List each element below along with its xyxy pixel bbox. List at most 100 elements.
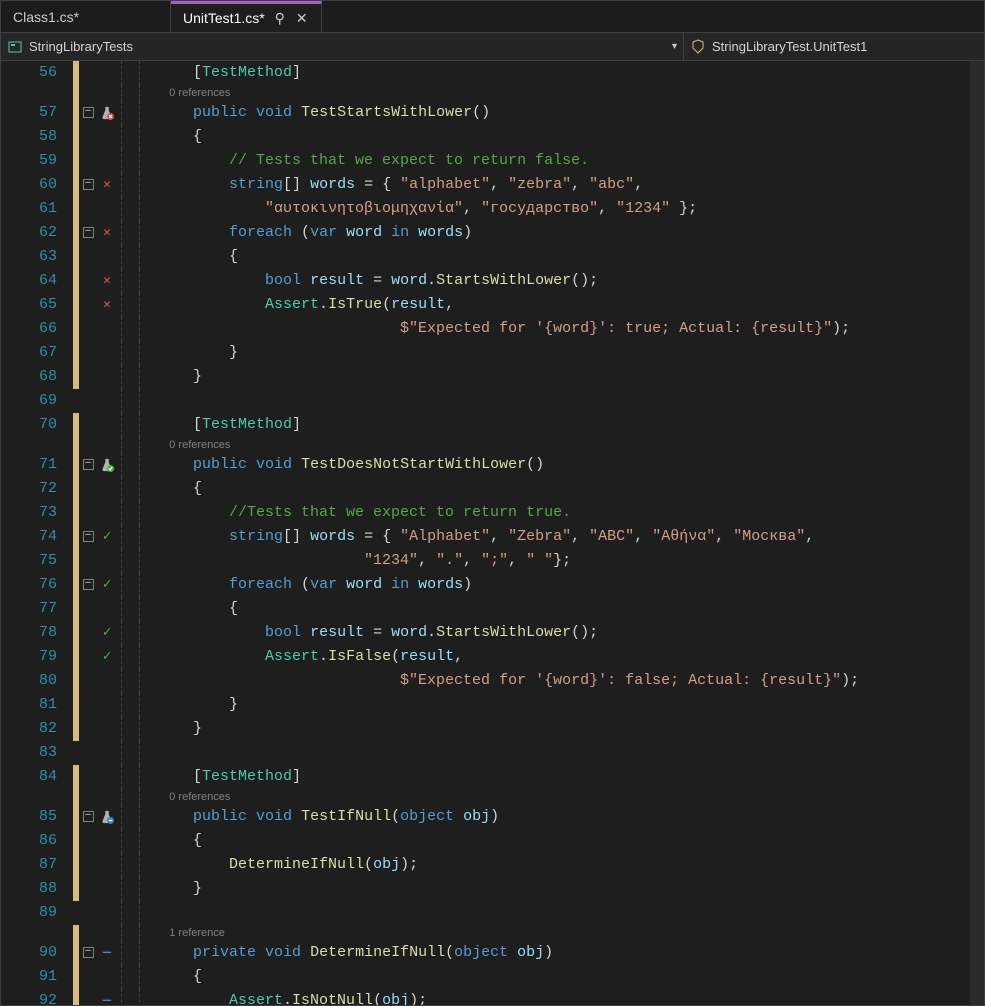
line-number: 84 — [1, 765, 73, 789]
close-icon[interactable]: ✕ — [295, 10, 309, 27]
editor-content: 56 [TestMethod] 0 references 57 − public… — [1, 61, 859, 1005]
fold-toggle[interactable]: − — [83, 947, 94, 958]
test-pass-marker: ✓ — [103, 645, 111, 669]
code-line: } — [157, 717, 859, 741]
project-name: StringLibraryTests — [29, 39, 133, 54]
line-number: 57 — [1, 101, 73, 125]
project-dropdown[interactable]: StringLibraryTests ▾ — [1, 33, 684, 60]
line-number: 87 — [1, 853, 73, 877]
code-line: bool result = word.StartsWithLower(); — [157, 621, 859, 645]
class-icon — [690, 39, 706, 55]
test-notrun-icon[interactable] — [100, 810, 114, 824]
code-line: string[] words = { "alphabet", "zebra", … — [157, 173, 859, 197]
line-number: 83 — [1, 741, 73, 765]
not-covered-marker: — — [103, 989, 111, 1005]
line-number: 71 — [1, 453, 73, 477]
code-line: { — [157, 125, 859, 149]
tab-bar: Class1.cs* UnitTest1.cs* ⚲ ✕ — [1, 1, 984, 33]
line-number: 59 — [1, 149, 73, 173]
line-number: 76 — [1, 573, 73, 597]
line-number: 68 — [1, 365, 73, 389]
fold-toggle[interactable]: − — [83, 227, 94, 238]
codelens[interactable]: 0 references — [157, 789, 859, 805]
code-line: { — [157, 597, 859, 621]
code-line: $"Expected for '{word}': true; Actual: {… — [157, 317, 859, 341]
code-line: "αυτοκινητοβιομηχανία", "государство", "… — [157, 197, 859, 221]
code-line: } — [157, 877, 859, 901]
code-line: Assert.IsNotNull(obj); — [157, 989, 859, 1005]
navigation-bar: StringLibraryTests ▾ StringLibraryTest.U… — [1, 33, 984, 61]
line-number: 75 — [1, 549, 73, 573]
test-fail-marker: ✕ — [103, 221, 111, 245]
line-number: 91 — [1, 965, 73, 989]
code-line: "1234", ".", ";", " "}; — [157, 549, 859, 573]
code-line: //Tests that we expect to return true. — [157, 501, 859, 525]
code-line: Assert.IsTrue(result, — [157, 293, 859, 317]
codelens[interactable]: 1 reference — [157, 925, 859, 941]
line-number: 58 — [1, 125, 73, 149]
test-pass-marker: ✓ — [103, 525, 111, 549]
line-number: 61 — [1, 197, 73, 221]
not-covered-marker: — — [103, 941, 111, 965]
line-number: 74 — [1, 525, 73, 549]
code-line: DetermineIfNull(obj); — [157, 853, 859, 877]
line-number: 73 — [1, 501, 73, 525]
code-line: { — [157, 829, 859, 853]
line-number: 82 — [1, 717, 73, 741]
code-line: Assert.IsFalse(result, — [157, 645, 859, 669]
fold-toggle[interactable]: − — [83, 179, 94, 190]
tab-class1[interactable]: Class1.cs* — [1, 1, 171, 32]
code-line: [TestMethod] — [157, 413, 859, 437]
tab-unittest1[interactable]: UnitTest1.cs* ⚲ ✕ — [171, 1, 322, 32]
test-fail-marker: ✕ — [103, 173, 111, 197]
line-number: 89 — [1, 901, 73, 925]
test-fail-icon[interactable] — [100, 106, 114, 120]
code-line: [TestMethod] — [157, 765, 859, 789]
vertical-scrollbar[interactable] — [970, 61, 984, 1005]
codelens[interactable]: 0 references — [157, 85, 859, 101]
code-line: public void TestStartsWithLower() — [157, 101, 859, 125]
line-number: 63 — [1, 245, 73, 269]
pin-icon[interactable]: ⚲ — [273, 10, 287, 27]
fold-toggle[interactable]: − — [83, 459, 94, 470]
line-number: 85 — [1, 805, 73, 829]
code-line: $"Expected for '{word}': false; Actual: … — [157, 669, 859, 693]
code-line: } — [157, 693, 859, 717]
line-number: 56 — [1, 61, 73, 85]
line-number: 60 — [1, 173, 73, 197]
line-number: 62 — [1, 221, 73, 245]
codelens[interactable]: 0 references — [157, 437, 859, 453]
fold-toggle[interactable]: − — [83, 107, 94, 118]
line-number: 81 — [1, 693, 73, 717]
test-fail-marker: ✕ — [103, 269, 111, 293]
code-line: // Tests that we expect to return false. — [157, 149, 859, 173]
code-line: string[] words = { "Alphabet", "Zebra", … — [157, 525, 859, 549]
code-editor[interactable]: 56 [TestMethod] 0 references 57 − public… — [1, 61, 984, 1005]
line-number: 86 — [1, 829, 73, 853]
code-line: [TestMethod] — [157, 61, 859, 85]
tab-label: Class1.cs* — [13, 9, 79, 25]
code-line: public void TestDoesNotStartWithLower() — [157, 453, 859, 477]
code-line: } — [157, 365, 859, 389]
line-number: 80 — [1, 669, 73, 693]
test-pass-marker: ✓ — [103, 621, 111, 645]
code-line: { — [157, 965, 859, 989]
fold-toggle[interactable]: − — [83, 579, 94, 590]
test-pass-icon[interactable] — [100, 458, 114, 472]
line-number: 72 — [1, 477, 73, 501]
line-number: 67 — [1, 341, 73, 365]
scope-name: StringLibraryTest.UnitTest1 — [712, 39, 867, 54]
line-number: 70 — [1, 413, 73, 437]
line-number: 88 — [1, 877, 73, 901]
line-number: 92 — [1, 989, 73, 1005]
tab-label: UnitTest1.cs* — [183, 10, 265, 26]
line-number: 79 — [1, 645, 73, 669]
code-line: foreach (var word in words) — [157, 573, 859, 597]
fold-toggle[interactable]: − — [83, 531, 94, 542]
line-number: 77 — [1, 597, 73, 621]
code-line: foreach (var word in words) — [157, 221, 859, 245]
scope-dropdown[interactable]: StringLibraryTest.UnitTest1 — [684, 33, 984, 60]
fold-toggle[interactable]: − — [83, 811, 94, 822]
chevron-down-icon: ▾ — [672, 41, 677, 52]
project-icon — [7, 39, 23, 55]
